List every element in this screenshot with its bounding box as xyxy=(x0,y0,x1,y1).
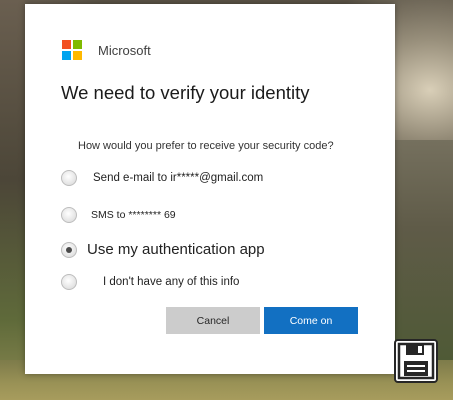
security-code-question: How would you prefer to receive your sec… xyxy=(78,140,334,152)
radio-button[interactable] xyxy=(61,170,77,186)
radio-selected-dot xyxy=(66,246,72,253)
option-sms[interactable]: SMS to ******** 69 xyxy=(61,207,176,223)
option-authentication-app[interactable]: Use my authentication app xyxy=(61,241,265,258)
brand-header: Microsoft xyxy=(62,40,151,60)
cancel-button[interactable]: Cancel xyxy=(166,307,260,334)
come-on-button[interactable]: Come on xyxy=(264,307,358,334)
background-hill xyxy=(395,140,453,360)
microsoft-logo-icon xyxy=(62,40,82,60)
option-label: Send e-mail to ir*****@gmail.com xyxy=(93,172,264,184)
brand-name: Microsoft xyxy=(98,42,151,58)
option-label: Use my authentication app xyxy=(87,241,265,258)
background-left xyxy=(0,0,25,400)
page-title: We need to verify your identity xyxy=(61,82,310,103)
radio-button-selected[interactable] xyxy=(61,241,77,258)
verify-identity-dialog: Microsoft We need to verify your identit… xyxy=(25,4,395,374)
radio-button[interactable] xyxy=(61,274,77,290)
radio-button[interactable] xyxy=(61,207,77,223)
option-label: I don't have any of this info xyxy=(103,276,240,288)
floppy-disk-save-icon xyxy=(393,338,439,384)
logo-square-red xyxy=(62,40,71,49)
logo-square-yellow xyxy=(73,51,82,60)
option-no-info[interactable]: I don't have any of this info xyxy=(61,274,239,290)
option-label: SMS to ******** 69 xyxy=(91,209,176,221)
logo-square-blue xyxy=(62,51,71,60)
option-send-email[interactable]: Send e-mail to ir*****@gmail.com xyxy=(61,170,263,186)
logo-square-green xyxy=(73,40,82,49)
